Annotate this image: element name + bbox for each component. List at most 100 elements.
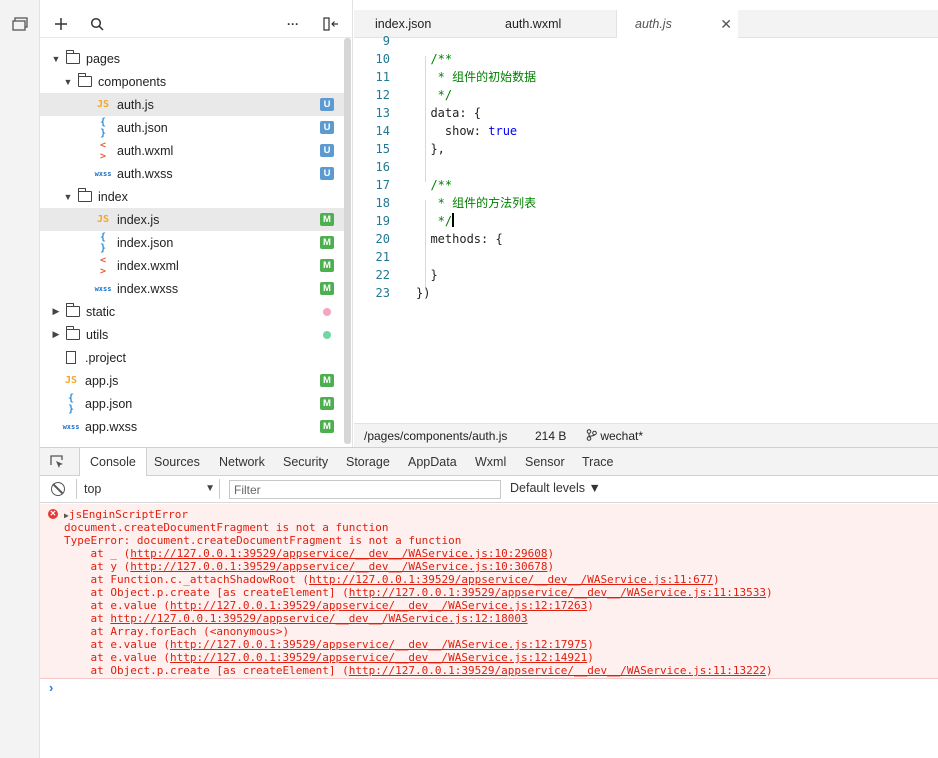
chevron-right-icon[interactable]: ▶ xyxy=(50,306,62,317)
git-status-badge: U xyxy=(320,167,334,180)
tree-item-label: app.json xyxy=(85,396,133,411)
tab-sensor[interactable]: Sensor xyxy=(525,448,565,476)
line-number: 17 xyxy=(375,178,390,192)
git-branch[interactable]: wechat* xyxy=(586,429,643,443)
tree-item-label: index.wxss xyxy=(117,281,179,296)
chevron-down-icon[interactable]: ▼ xyxy=(62,77,74,87)
line-number: 12 xyxy=(375,88,390,102)
panel-toggle-icon[interactable] xyxy=(12,17,28,31)
git-status-badge: U xyxy=(320,121,334,134)
code-text: /** xyxy=(416,52,453,66)
line-number: 22 xyxy=(375,268,390,282)
stack-line: TypeError: document.createDocumentFragme… xyxy=(64,534,462,547)
chevron-down-icon[interactable]: ▼ xyxy=(62,192,74,202)
tree-item-components[interactable]: ▼ components xyxy=(40,70,344,93)
tree-item-label: auth.wxss xyxy=(117,166,173,181)
tree-item-static[interactable]: ▶ static xyxy=(40,300,344,323)
wxml-file-icon: < > xyxy=(99,139,107,162)
source-link[interactable]: http://127.0.0.1:39529/appservice/__dev_… xyxy=(130,547,547,560)
tree-item-pages[interactable]: ▼ pages xyxy=(40,47,344,70)
more-icon[interactable]: ··· xyxy=(283,14,303,34)
code-line: 20 methods: { xyxy=(354,230,938,248)
code-text: /** xyxy=(416,178,453,192)
line-number: 11 xyxy=(375,70,390,84)
folder-icon xyxy=(66,326,80,340)
tree-item-index-json[interactable]: { } index.json M xyxy=(40,231,344,254)
explorer-toolbar: ··· xyxy=(40,10,353,38)
tree-item-auth-json[interactable]: { } auth.json U xyxy=(40,116,344,139)
tab-wxml[interactable]: Wxml xyxy=(475,448,506,476)
tab-network[interactable]: Network xyxy=(219,448,265,476)
file-icon xyxy=(66,351,76,364)
error-title[interactable]: ▶jsEnginScriptError xyxy=(64,508,188,521)
tree-item-index[interactable]: ▼ index xyxy=(40,185,344,208)
source-link[interactable]: http://127.0.0.1:39529/appservice/__dev_… xyxy=(170,599,587,612)
chevron-right-icon[interactable]: ▶ xyxy=(50,329,62,340)
tree-item-auth-js[interactable]: JS auth.js U xyxy=(40,93,344,116)
tab-security[interactable]: Security xyxy=(283,448,328,476)
source-link[interactable]: http://127.0.0.1:39529/appservice/__dev_… xyxy=(349,664,766,677)
status-dot xyxy=(323,331,331,339)
code-line: 9 xyxy=(354,32,938,50)
log-levels-select[interactable]: Default levels ▼ xyxy=(510,481,601,495)
line-number: 21 xyxy=(375,250,390,264)
git-status-badge: M xyxy=(320,420,334,433)
tree-item-label: auth.js xyxy=(117,97,154,112)
tree-item-index-wxss[interactable]: wxss index.wxss M xyxy=(40,277,344,300)
code-line: 21 xyxy=(354,248,938,266)
tab-sources[interactable]: Sources xyxy=(154,448,200,476)
line-number: 20 xyxy=(375,232,390,246)
js-file-icon: JS xyxy=(96,214,110,225)
tree-item-auth-wxml[interactable]: < > auth.wxml U xyxy=(40,139,344,162)
code-line: 19 */ xyxy=(354,212,938,230)
source-link[interactable]: http://127.0.0.1:39529/appservice/__dev_… xyxy=(349,586,766,599)
code-text: * 组件的初始数据 xyxy=(416,70,537,84)
tab-trace[interactable]: Trace xyxy=(582,448,614,476)
code-text: */ xyxy=(416,213,454,228)
tab-console[interactable]: Console xyxy=(79,448,147,476)
tree-item-app-json[interactable]: { } app.json M xyxy=(40,392,344,415)
chevron-down-icon[interactable]: ▼ xyxy=(50,54,62,64)
stack-line: at e.value (http://127.0.0.1:39529/appse… xyxy=(64,651,594,664)
source-link[interactable]: http://127.0.0.1:39529/appservice/__dev_… xyxy=(170,638,587,651)
code-line: 16 xyxy=(354,158,938,176)
code-line: 17 /** xyxy=(354,176,938,194)
explorer-scrollbar[interactable] xyxy=(344,38,351,444)
console-prompt[interactable]: › xyxy=(49,680,53,695)
git-status-badge: M xyxy=(320,259,334,272)
source-link[interactable]: http://127.0.0.1:39529/appservice/__dev_… xyxy=(110,612,527,625)
tree-item-project[interactable]: .project xyxy=(40,346,344,369)
tab-storage[interactable]: Storage xyxy=(346,448,390,476)
tree-item-auth-wxss[interactable]: wxss auth.wxss U xyxy=(40,162,344,185)
inspect-element-icon[interactable] xyxy=(49,454,65,470)
tab-appdata[interactable]: AppData xyxy=(408,448,457,476)
code-editor[interactable]: 9 10 /** 11 * 组件的初始数据 12 */13 data: {14 sho… xyxy=(354,34,938,422)
git-status-badge: U xyxy=(320,98,334,111)
line-number: 9 xyxy=(382,34,390,48)
devtools-tabs: Console Sources Network Security Storage… xyxy=(40,448,938,476)
branch-label: wechat* xyxy=(600,429,644,443)
git-status-badge: M xyxy=(320,282,334,295)
line-number: 23 xyxy=(375,286,390,300)
git-status-badge: M xyxy=(320,374,334,387)
collapse-panel-icon[interactable] xyxy=(321,14,341,34)
tree-item-index-js[interactable]: JS index.js M xyxy=(40,208,344,231)
tree-item-index-wxml[interactable]: < > index.wxml M xyxy=(40,254,344,277)
filter-input[interactable] xyxy=(229,480,501,499)
search-icon[interactable] xyxy=(87,14,107,34)
tab-label: auth.js xyxy=(635,17,672,31)
stack-line: at e.value (http://127.0.0.1:39529/appse… xyxy=(64,638,594,651)
git-status-badge: M xyxy=(320,236,334,249)
tree-item-utils[interactable]: ▶ utils xyxy=(40,323,344,346)
json-file-icon: { } xyxy=(67,392,75,415)
source-link[interactable]: http://127.0.0.1:39529/appservice/__dev_… xyxy=(130,560,547,573)
tree-item-app-js[interactable]: JS app.js M xyxy=(40,369,344,392)
tree-item-app-wxss[interactable]: wxss app.wxss M xyxy=(40,415,344,438)
source-link[interactable]: http://127.0.0.1:39529/appservice/__dev_… xyxy=(170,651,587,664)
add-file-icon[interactable] xyxy=(51,14,71,34)
source-link[interactable]: http://127.0.0.1:39529/appservice/__dev_… xyxy=(309,573,713,586)
context-select[interactable]: top ▼ xyxy=(76,479,220,499)
tree-item-label: app.wxss xyxy=(85,419,138,434)
clear-console-icon[interactable] xyxy=(51,482,65,496)
tree-item-label: auth.wxml xyxy=(117,143,174,158)
